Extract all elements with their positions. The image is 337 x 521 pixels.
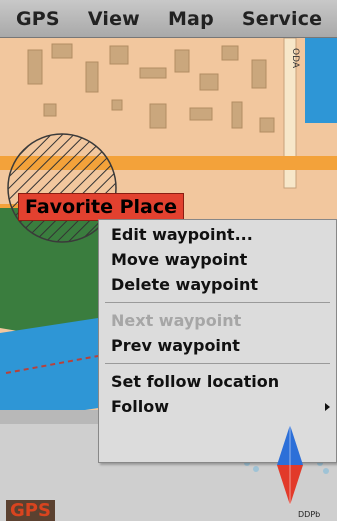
menu-item-next-waypoint: Next waypoint: [111, 311, 242, 330]
menu-service[interactable]: Service: [242, 8, 322, 30]
gps-status-badge: GPS: [6, 500, 55, 521]
north-arrow-icon[interactable]: [273, 425, 307, 505]
gps-map-screen: GPS View Map Service ODA Favorite Place …: [0, 0, 337, 521]
menu-separator: [105, 302, 330, 303]
menu-item-follow[interactable]: Follow: [99, 394, 336, 419]
menu-view[interactable]: View: [88, 8, 140, 30]
menubar: GPS View Map Service: [0, 0, 337, 38]
submenu-arrow-icon: [325, 403, 330, 411]
menu-item-delete-waypoint[interactable]: Delete waypoint: [99, 272, 336, 297]
favorite-place-label[interactable]: Favorite Place: [18, 193, 184, 221]
menu-separator: [105, 363, 330, 364]
menu-item-set-follow-location[interactable]: Set follow location: [99, 369, 336, 394]
menu-item-edit-waypoint[interactable]: Edit waypoint...: [99, 222, 336, 247]
menu-item-follow-label: Follow: [111, 397, 170, 416]
menu-item-prev-waypoint[interactable]: Prev waypoint: [99, 333, 336, 358]
menu-map[interactable]: Map: [168, 8, 214, 30]
scale-label: DDPb: [298, 510, 321, 519]
street-label: ODA: [290, 48, 300, 69]
menu-gps[interactable]: GPS: [16, 8, 60, 30]
menu-item-move-waypoint[interactable]: Move waypoint: [99, 247, 336, 272]
